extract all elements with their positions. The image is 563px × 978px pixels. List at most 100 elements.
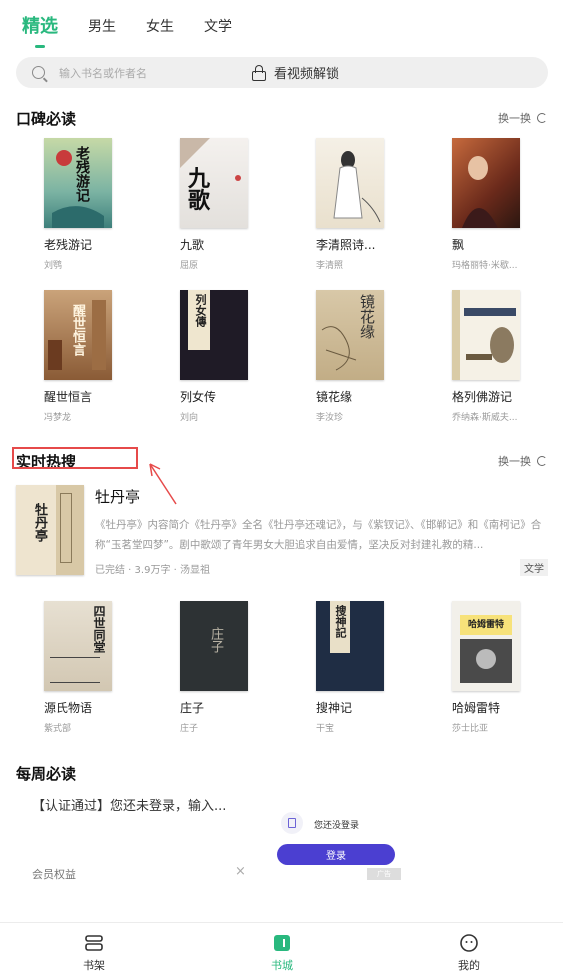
search-bar[interactable]: 输入书名或作者名 看视频解锁 xyxy=(16,57,548,88)
book-author: 刘鹗 xyxy=(44,261,63,271)
refresh-icon xyxy=(537,456,547,466)
cover-art xyxy=(48,300,106,370)
book-author: 乔纳森·斯威夫... xyxy=(452,413,518,423)
bottom-nav: 书架 书城 我的 xyxy=(0,922,563,978)
book-author: 玛格丽特·米歇... xyxy=(452,261,518,271)
nav-label: 书城 xyxy=(271,959,293,972)
close-icon[interactable]: × xyxy=(235,864,246,879)
book-author: 冯梦龙 xyxy=(44,413,72,423)
ad-vip-label: 会员权益 xyxy=(32,868,76,881)
book-author: 莎士比亚 xyxy=(452,724,489,734)
book-title: 李清照诗... xyxy=(316,238,376,252)
book-title: 九歌 xyxy=(180,238,205,252)
section-title-weekly: 每周必读 xyxy=(16,765,77,783)
book-cover: 四世同堂 xyxy=(44,601,112,691)
highlight-box xyxy=(12,447,138,469)
book-card[interactable]: 飘 玛格丽特·米歇... xyxy=(452,138,520,271)
book-author: 刘向 xyxy=(180,413,199,423)
nav-profile[interactable]: 我的 xyxy=(439,933,499,973)
book-cover: 老残游记 xyxy=(44,138,112,228)
book-card[interactable]: 哈姆雷特 哈姆雷特 莎士比亚 xyxy=(452,601,520,734)
book-grid-row1: 老残游记 老残游记 刘鹗 九歌 九歌 屈原 李清照诗... 李清照 飘 玛格丽特… xyxy=(44,138,520,271)
book-cover xyxy=(452,290,520,380)
nav-label: 我的 xyxy=(458,959,480,972)
featured-title: 牡丹亭 xyxy=(95,488,141,506)
book-title: 飘 xyxy=(452,238,465,252)
ad-login-hint: 您还没登录 xyxy=(314,821,360,831)
refresh-button-section1[interactable]: 换一换 xyxy=(498,110,547,126)
book-author: 干宝 xyxy=(316,724,335,734)
book-cover: 庄子 xyxy=(180,601,248,691)
book-title: 哈姆雷特 xyxy=(452,701,501,715)
book-card[interactable]: 列女傳 列女传 刘向 xyxy=(180,290,248,423)
book-cover: 九歌 xyxy=(180,138,248,228)
nav-label: 书架 xyxy=(83,959,105,972)
book-card[interactable]: 九歌 九歌 屈原 xyxy=(180,138,248,271)
profile-icon xyxy=(459,933,479,953)
search-placeholder: 输入书名或作者名 xyxy=(59,66,147,80)
featured-description: 《牡丹亭》内容简介《牡丹亭》全名《牡丹亭还魂记》，与《紫钗记》、《邯郸记》和《南… xyxy=(95,519,542,551)
book-grid-row2: 醒世恒言 醒世恒言 冯梦龙 列女傳 列女传 刘向 镜花缘 镜花缘 李汝珍 格列佛… xyxy=(44,290,520,423)
tab-literature[interactable]: 文学 xyxy=(204,10,232,36)
book-card[interactable]: 格列佛游记 乔纳森·斯威夫... xyxy=(452,290,520,423)
nav-bookstore[interactable]: 书城 xyxy=(252,933,312,973)
book-card[interactable]: 醒世恒言 醒世恒言 冯梦龙 xyxy=(44,290,112,423)
book-card[interactable]: 李清照诗... 李清照 xyxy=(316,138,384,271)
section-title-word-of-mouth: 口碑必读 xyxy=(16,110,77,128)
tab-featured[interactable]: 精选 xyxy=(22,10,58,38)
book-card[interactable]: 四世同堂 源氏物语 紫式部 xyxy=(44,601,112,734)
featured-book[interactable]: 牡丹亭 牡丹亭 《牡丹亭》内容简介《牡丹亭》全名《牡丹亭还魂记》，与《紫钗记》、… xyxy=(16,485,548,577)
book-title: 庄子 xyxy=(180,701,205,715)
video-unlock-button[interactable]: 看视频解锁 xyxy=(252,63,339,82)
book-cover: 醒世恒言 xyxy=(44,290,112,380)
ad-text[interactable]: 【认证通过】您还未登录，输入... xyxy=(32,795,226,814)
refresh-label: 换一换 xyxy=(498,112,531,125)
refresh-label: 换一换 xyxy=(498,455,531,468)
book-title: 源氏物语 xyxy=(44,701,93,715)
book-title: 列女传 xyxy=(180,390,217,404)
book-author: 庄子 xyxy=(180,724,199,734)
nav-bookshelf[interactable]: 书架 xyxy=(64,933,124,973)
ad-badge: 广告 xyxy=(367,868,401,880)
book-cover xyxy=(452,138,520,228)
tab-male[interactable]: 男生 xyxy=(88,10,116,36)
bookstore-icon xyxy=(272,933,292,953)
book-title: 格列佛游记 xyxy=(452,390,513,404)
book-card[interactable]: 搜神記 搜神记 干宝 xyxy=(316,601,384,734)
category-tag: 文学 xyxy=(520,559,548,576)
top-tabs: 精选 男生 女生 文学 xyxy=(22,10,232,50)
bookshelf-icon xyxy=(84,933,104,953)
ad-app-icon xyxy=(281,812,303,834)
book-author: 李清照 xyxy=(316,261,344,271)
cover-art xyxy=(333,151,381,223)
refresh-icon xyxy=(537,113,547,123)
cover-art xyxy=(321,326,357,371)
book-cover xyxy=(316,138,384,228)
tab-female[interactable]: 女生 xyxy=(146,10,174,36)
book-cover: 列女傳 xyxy=(180,290,248,380)
featured-meta: 已完结 · 3.9万字 · 汤显祖 xyxy=(95,565,210,576)
book-card[interactable]: 老残游记 老残游记 刘鹗 xyxy=(44,138,112,271)
book-title: 镜花缘 xyxy=(316,390,353,404)
refresh-button-section2[interactable]: 换一换 xyxy=(498,453,547,469)
video-unlock-label: 看视频解锁 xyxy=(274,67,340,82)
book-author: 李汝珍 xyxy=(316,413,344,423)
book-card[interactable]: 庄子 庄子 庄子 xyxy=(180,601,248,734)
book-title: 搜神记 xyxy=(316,701,353,715)
cover-art xyxy=(462,156,498,228)
book-author: 紫式部 xyxy=(44,724,72,734)
cover-art xyxy=(52,150,104,228)
book-card[interactable]: 镜花缘 镜花缘 李汝珍 xyxy=(316,290,384,423)
book-cover: 哈姆雷特 xyxy=(452,601,520,691)
search-icon xyxy=(32,66,45,79)
book-grid-row3: 四世同堂 源氏物语 紫式部 庄子 庄子 庄子 搜神記 搜神记 干宝 哈姆雷特 哈… xyxy=(44,601,520,734)
ad-login-button[interactable]: 登录 xyxy=(277,844,395,865)
lock-icon xyxy=(252,64,266,81)
cover-art xyxy=(460,639,512,683)
book-cover: 牡丹亭 xyxy=(16,485,84,575)
book-cover: 搜神記 xyxy=(316,601,384,691)
book-title: 醒世恒言 xyxy=(44,390,93,404)
cover-art xyxy=(466,327,514,363)
book-cover: 镜花缘 xyxy=(316,290,384,380)
book-author: 屈原 xyxy=(180,261,199,271)
